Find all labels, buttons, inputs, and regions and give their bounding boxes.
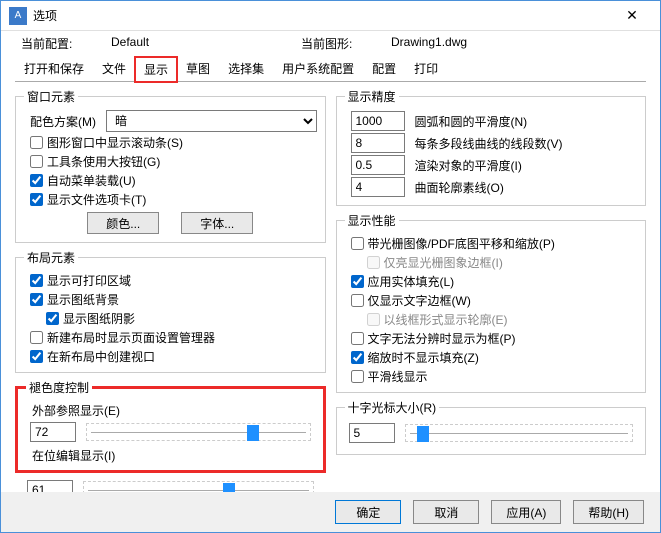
xref-display-label: 外部参照显示(E) [32,402,315,419]
file-tabs-label: 显示文件选项卡(T) [47,191,146,208]
file-tabs-checkbox[interactable] [30,193,43,206]
color-scheme-label: 配色方案(M) [30,113,106,130]
help-button[interactable]: 帮助(H) [573,500,644,524]
colors-button[interactable]: 颜色... [87,212,159,234]
fonts-button[interactable]: 字体... [181,212,253,234]
crosshair-size-slider[interactable] [405,424,634,442]
group-fade-control: 褪色度控制 外部参照显示(E) 在位编辑显示(I) [15,379,326,473]
paper-shadow-checkbox[interactable] [46,312,59,325]
text-frame-label: 仅显示文字边框(W) [368,292,471,309]
drawing-label: 当前图形: [301,35,391,52]
window-elements-legend: 窗口元素 [24,88,78,105]
text-frame-checkbox[interactable] [351,294,364,307]
scrollbars-label: 图形窗口中显示滚动条(S) [47,134,183,151]
tab-plot[interactable]: 打印 [405,56,447,81]
inplace-edit-label: 在位编辑显示(I) [32,447,315,464]
display-precision-legend: 显示精度 [345,88,399,105]
raster-pan-label: 带光栅图像/PDF底图平移和缩放(P) [368,235,555,252]
title-bar: A 选项 ✕ [1,1,660,31]
big-buttons-checkbox[interactable] [30,155,43,168]
text-as-box-label: 文字无法分辨时显示为框(P) [368,330,516,347]
tab-strip: 打开和保存 文件 显示 草图 选择集 用户系统配置 配置 打印 [15,56,646,82]
text-as-box-checkbox[interactable] [351,332,364,345]
zoom-nofill-checkbox[interactable] [351,351,364,364]
smooth-line-checkbox[interactable] [351,370,364,383]
big-buttons-label: 工具条使用大按钮(G) [47,153,160,170]
solid-fill-label: 应用实体填充(L) [368,273,455,290]
auto-menu-checkbox[interactable] [30,174,43,187]
contour-lines-label: 曲面轮廓素线(O) [415,179,504,196]
contour-lines-input[interactable] [351,177,405,197]
crosshair-size-input[interactable] [349,423,395,443]
printable-area-checkbox[interactable] [30,274,43,287]
polyline-segs-label: 每条多段线曲线的线段数(V) [415,135,563,152]
paper-bg-checkbox[interactable] [30,293,43,306]
render-smooth-label: 渲染对象的平滑度(I) [415,157,522,174]
tab-user-prefs[interactable]: 用户系统配置 [273,56,363,81]
config-value: Default [111,35,301,52]
config-label: 当前配置: [21,35,111,52]
group-crosshair: 十字光标大小(R) [336,399,647,455]
xref-display-slider[interactable] [86,423,311,441]
printable-area-label: 显示可打印区域 [47,272,131,289]
cancel-button[interactable]: 取消 [413,500,479,524]
color-scheme-select[interactable]: 暗 [106,110,317,132]
paper-bg-label: 显示图纸背景 [47,291,119,308]
hl-raster-frame-checkbox [367,256,380,269]
auto-menu-label: 自动菜单装载(U) [47,172,136,189]
layout-elements-legend: 布局元素 [24,249,78,266]
drawing-value: Drawing1.dwg [391,35,581,52]
scrollbars-checkbox[interactable] [30,136,43,149]
ok-button[interactable]: 确定 [335,500,401,524]
group-window-elements: 窗口元素 配色方案(M) 暗 图形窗口中显示滚动条(S) 工具条使用大按钮(G)… [15,88,326,243]
group-layout-elements: 布局元素 显示可打印区域 显示图纸背景 显示图纸阴影 新建布局时显示页面设置管理… [15,249,326,373]
new-layout-checkbox[interactable] [30,331,43,344]
hl-raster-frame-label: 仅亮显光栅图象边框(I) [384,254,503,271]
tab-files[interactable]: 文件 [93,56,135,81]
window-title: 选项 [33,7,612,24]
tab-display[interactable]: 显示 [135,57,177,82]
render-smooth-input[interactable] [351,155,405,175]
app-icon: A [9,7,27,25]
solid-fill-checkbox[interactable] [351,275,364,288]
dialog-footer: 确定 取消 应用(A) 帮助(H) [1,492,660,532]
display-performance-legend: 显示性能 [345,212,399,229]
viewport-checkbox[interactable] [30,350,43,363]
polyline-segs-input[interactable] [351,133,405,153]
xref-display-input[interactable] [30,422,76,442]
info-row: 当前配置: Default 当前图形: Drawing1.dwg [1,31,660,52]
zoom-nofill-label: 缩放时不显示填充(Z) [368,349,479,366]
close-button[interactable]: ✕ [612,2,652,30]
group-display-performance: 显示性能 带光栅图像/PDF底图平移和缩放(P) 仅亮显光栅图象边框(I) 应用… [336,212,647,393]
crosshair-legend: 十字光标大小(R) [345,399,440,416]
group-display-precision: 显示精度 圆弧和圆的平滑度(N) 每条多段线曲线的线段数(V) 渲染对象的平滑度… [336,88,647,206]
viewport-label: 在新布局中创建视口 [47,348,155,365]
fade-control-legend: 褪色度控制 [26,379,92,396]
paper-shadow-label: 显示图纸阴影 [63,310,135,327]
smooth-line-label: 平滑线显示 [368,368,428,385]
arc-smooth-input[interactable] [351,111,405,131]
tab-open-save[interactable]: 打开和保存 [15,56,93,81]
apply-button[interactable]: 应用(A) [491,500,561,524]
tab-draft[interactable]: 草图 [177,56,219,81]
new-layout-label: 新建布局时显示页面设置管理器 [47,329,215,346]
wireframe-checkbox [367,313,380,326]
tab-selection[interactable]: 选择集 [219,56,273,81]
raster-pan-checkbox[interactable] [351,237,364,250]
arc-smooth-label: 圆弧和圆的平滑度(N) [415,113,528,130]
tab-profiles[interactable]: 配置 [363,56,405,81]
wireframe-label: 以线框形式显示轮廓(E) [384,311,508,328]
